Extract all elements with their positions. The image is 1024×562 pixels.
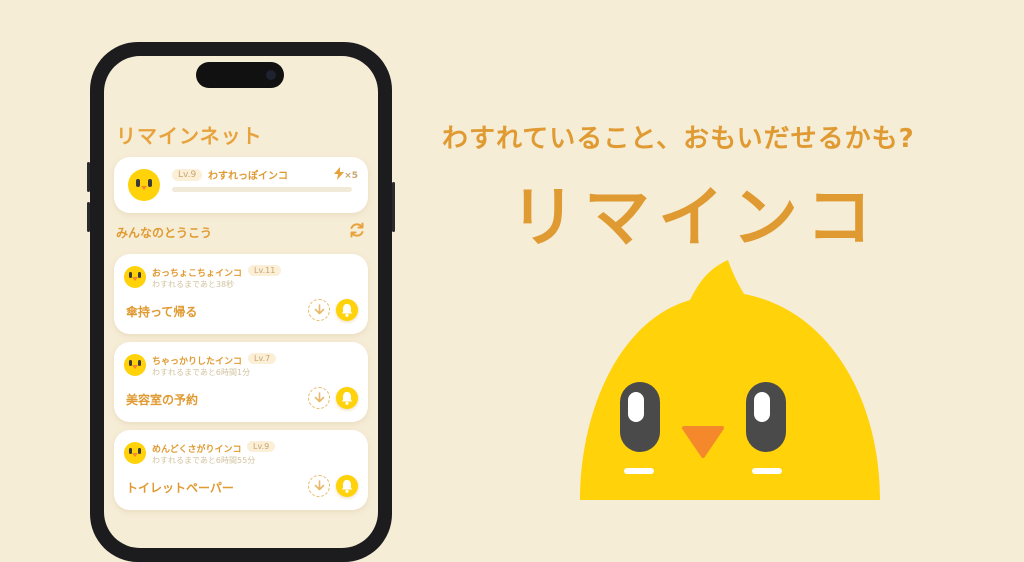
post-level-badge: Lv.7	[248, 353, 277, 364]
level-badge: Lv.9	[172, 169, 203, 181]
post-card[interactable]: ちゃっかりしたインコ Lv.7 わすれるまであと6時間1分 美容室の予約	[114, 342, 368, 422]
post-author: おっちょこちょインコ	[152, 269, 243, 279]
post-body: トイレットペーパー	[126, 481, 234, 495]
phone-mockup: リマインネット Lv.9 わすれっぽインコ ×5 みんなのとうこう おっちょこち…	[87, 42, 395, 562]
save-button[interactable]	[308, 299, 330, 321]
save-button[interactable]	[308, 387, 330, 409]
app-logo-text: リマインコ	[510, 179, 880, 256]
post-countdown: わすれるまであと6時間1分	[152, 368, 251, 377]
experience-bar	[172, 187, 352, 192]
promo-tagline: わすれていること、おもいだせるかも?	[442, 124, 915, 154]
bird-avatar-icon	[124, 266, 146, 288]
download-icon	[314, 304, 325, 315]
bell-icon	[341, 304, 353, 317]
lightning-icon	[334, 167, 345, 180]
profile-name: わすれっぽインコ	[208, 171, 288, 182]
post-level-badge: Lv.9	[247, 441, 276, 452]
post-body: 傘持って帰る	[126, 305, 198, 319]
feed-section-title: みんなのとうこう	[116, 226, 213, 240]
refresh-icon[interactable]	[346, 219, 368, 241]
post-author: めんどくさがりインコ	[152, 445, 242, 455]
bell-icon	[341, 480, 353, 493]
post-card[interactable]: おっちょこちょインコ Lv.11 わすれるまであと38秒 傘持って帰る	[114, 254, 368, 334]
bird-avatar-icon	[128, 169, 160, 201]
phone-volume-down-button	[87, 202, 90, 232]
save-button[interactable]	[308, 475, 330, 497]
app-title: リマインネット	[116, 124, 263, 148]
post-level-badge: Lv.11	[248, 265, 282, 276]
bell-icon	[341, 392, 353, 405]
post-countdown: わすれるまであと6時間55分	[152, 456, 256, 465]
phone-volume-up-button	[87, 162, 90, 192]
bird-avatar-icon	[124, 354, 146, 376]
bird-avatar-icon	[124, 442, 146, 464]
remind-button[interactable]	[336, 387, 358, 409]
post-countdown: わすれるまであと38秒	[152, 280, 235, 289]
phone-screen: リマインネット Lv.9 わすれっぽインコ ×5 みんなのとうこう おっちょこち…	[104, 56, 378, 548]
post-author: ちゃっかりしたインコ	[152, 357, 243, 367]
phone-power-button	[392, 182, 395, 232]
post-card[interactable]: めんどくさがりインコ Lv.9 わすれるまであと6時間55分 トイレットペーパー	[114, 430, 368, 510]
remind-button[interactable]	[336, 475, 358, 497]
dynamic-island	[196, 62, 284, 88]
download-icon	[314, 392, 325, 403]
energy-counter: ×5	[334, 167, 358, 181]
parakeet-mascot-icon	[580, 260, 880, 500]
post-body: 美容室の予約	[126, 393, 199, 407]
remind-button[interactable]	[336, 299, 358, 321]
camera-icon	[266, 70, 276, 80]
profile-card[interactable]: Lv.9 わすれっぽインコ ×5	[114, 157, 368, 213]
download-icon	[314, 480, 325, 491]
